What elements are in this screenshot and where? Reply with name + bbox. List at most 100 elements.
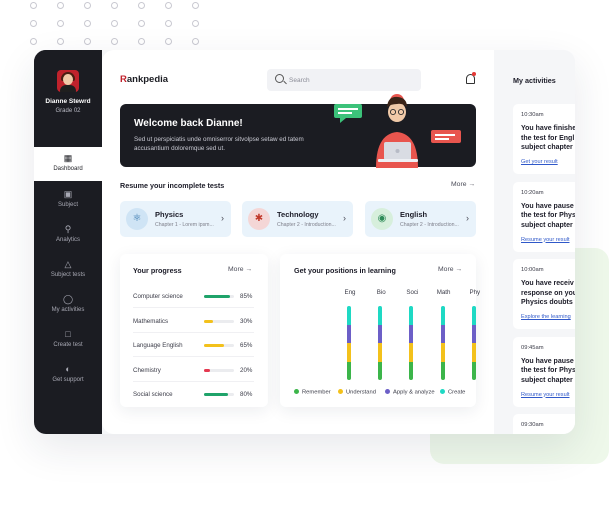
sidebar-item-create-test[interactable]: □ Create test [34,323,102,357]
row-divider [133,356,254,357]
document-icon: □ [65,329,71,339]
decorative-dot [30,38,37,45]
activity-link[interactable]: Explore the learning [521,314,571,320]
clock-icon: ◯ [63,294,74,304]
progress-title: Your progress [133,266,182,275]
search-bar[interactable] [267,69,421,91]
learning-segment [378,343,383,362]
learning-segment [409,343,414,362]
course-title: English [400,210,428,219]
activities-panel: My activities 10:30am You have finishe the… [494,50,575,434]
progress-value: 20% [240,366,253,374]
decorative-dot [84,38,91,45]
progress-more-link[interactable]: More → [228,266,252,273]
learning-segment [409,361,414,380]
activity-line: response on you [521,289,575,297]
course-subtitle: Chapter 2 - Introduction... [400,222,459,228]
legend-label: Understand [346,389,376,396]
learning-column-bar [347,306,351,380]
legend-swatch [440,389,445,394]
sidebar-item-label: My activities [51,307,85,313]
legend-item: Create [440,389,465,396]
learning-segment [409,306,414,325]
notification-dot [472,72,476,76]
sidebar-item-get-support[interactable]: ◐ Get support [34,358,102,392]
sidebar-item-subject-tests[interactable]: △ Subject tests [34,253,102,287]
learning-segment [347,343,351,362]
search-input[interactable] [289,73,409,87]
progress-bar-fill [204,368,210,372]
dashboard-window: Dianne Stewrd Grade 02 ▦ Dashboard ▣ Sub… [34,50,575,434]
learning-title: Get your positions in learning [294,266,396,275]
sidebar-item-dashboard[interactable]: ▦ Dashboard [34,147,102,181]
activity-line: the test for Phys [521,212,575,219]
decorative-dot [192,38,199,45]
sidebar-item-subject[interactable]: ▣ Subject [34,183,102,217]
activity-card[interactable]: 09:45am You have pause the test for Phys su… [513,336,575,407]
sidebar-item-my-activities[interactable]: ◯ My activities [34,288,102,322]
activity-card[interactable]: 10:20am You have pause the test for Phys su… [513,181,575,252]
activity-description: You have receiv response on you Physics do… [521,279,575,308]
learning-segment [471,343,476,362]
legend-item: Understand [338,389,376,396]
chevron-right-icon: › [343,213,346,223]
learning-column-bar [440,306,445,380]
globe-icon: ◉ [371,208,393,230]
activity-link[interactable]: Get your result [521,159,558,165]
activity-card[interactable]: 09:30am [513,414,575,434]
activity-link[interactable]: Resume your result [521,237,570,243]
learning-segment [378,324,383,343]
decorative-dot [84,20,91,27]
row-divider [133,307,254,308]
decorative-dot [138,20,145,27]
activity-time: 10:30am [521,112,544,118]
learning-segment [347,306,351,325]
resume-more-link[interactable]: More → [451,181,475,188]
profile-section: Dianne Stewrd Grade 02 [34,50,102,146]
avatar[interactable] [57,70,79,92]
progress-bar [204,393,234,396]
welcome-title: Welcome back Dianne! [134,118,243,129]
learning-column-label: Bio [376,289,386,296]
legend-swatch [294,389,299,394]
course-card-technology[interactable]: ✱ Technology Chapter 2 - Introduction...… [242,201,353,237]
activity-card[interactable]: 10:30am You have finishe the test for Engl… [513,104,575,174]
decorative-dot [165,20,172,27]
activity-line: the test for Engl [521,134,575,142]
progress-bar-fill [204,393,228,396]
activity-link[interactable]: Resume your result [521,392,570,398]
decorative-dot [30,2,37,9]
decorative-dot [192,20,199,27]
course-card-physics[interactable]: ⚛ Physics Chapter 1 - Lorem ipsm... › [120,201,231,237]
progress-value: 65% [240,342,253,349]
sidebar-item-label: Create test [53,342,83,348]
activities-title: My activities [513,76,556,85]
user-name: Dianne Stewrd [45,98,91,105]
learning-segment [471,324,476,343]
welcome-banner: Welcome back Dianne! Sed ut perspiciatis… [120,94,476,168]
decorative-dot-grid [30,0,210,46]
learning-column-label: Phy [469,289,481,296]
app-logo[interactable]: Rankpedia [120,74,168,85]
sidebar-item-analytics[interactable]: ⚲ Analytics [34,218,102,252]
learning-more-link[interactable]: More → [438,266,462,273]
arrow-right-icon: → [455,266,463,273]
atom-icon: ⚛ [126,208,148,230]
legend-item: Remember [294,389,331,396]
learning-segment [347,361,351,380]
learning-segment [409,324,414,343]
decorative-dot [165,2,172,9]
legend-label: Remember [302,389,331,396]
activity-line: subject chapter [521,144,573,151]
progress-row: Chemistry 20% [133,361,255,382]
course-card-english[interactable]: ◉ English Chapter 2 - Introduction... › [365,201,476,237]
learning-segment [440,361,445,380]
progress-value: 80% [240,391,253,398]
decorative-dot [138,38,145,45]
chevron-right-icon: › [221,213,224,223]
decorative-dot [165,38,172,45]
progress-subject-label: Social science [133,391,173,398]
learning-segment [471,306,476,325]
activity-card[interactable]: 10:00am You have receiv response on you Phy… [513,259,575,329]
progress-subject-label: Chemistry [133,366,161,374]
